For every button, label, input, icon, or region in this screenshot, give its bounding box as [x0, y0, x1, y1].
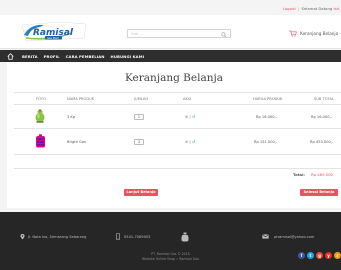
divider: [14, 92, 341, 93]
search-input[interactable]: [131, 31, 217, 37]
nav-item-profil[interactable]: PROFIL: [44, 54, 60, 59]
ramisal-logo[interactable]: Ramisal Gas Mart: [20, 21, 88, 43]
row-actions: ⊗ | ↺: [185, 114, 196, 119]
phone-text: 0541-7089003: [124, 234, 151, 239]
address-text: Jl. Nata Ivo, Semarang Sebarang: [28, 235, 87, 239]
gas-cylinder-icon: [181, 232, 189, 242]
copyright: PT. Ramisal Gas © 2015 Website Online Sh…: [0, 252, 341, 261]
footer-contact-row: Jl. Nata Ivo, Semarang Sebarang 0541-708…: [0, 232, 341, 242]
nav-item-hubungi-kami[interactable]: HUBUNGI KAMI: [111, 54, 145, 59]
search-icon[interactable]: [221, 31, 227, 38]
quantity-input[interactable]: 1: [134, 114, 144, 120]
row-actions: ⊗ | ↺: [185, 139, 196, 144]
product-price: Rp 151.000,-: [254, 140, 278, 144]
col-header-harga-produk: HARGA PRODUK: [253, 97, 283, 101]
page-title: Keranjang Belanja: [125, 72, 223, 84]
refresh-icon[interactable]: ↺: [192, 114, 195, 119]
welcome-text: Selamat Datang: [301, 6, 333, 11]
main-nav: BERITA PROFIL CARA PEMBELIAN HUBUNGI KAM…: [0, 50, 341, 62]
nav-item-cara-pembelian[interactable]: CARA PEMBELIAN: [66, 54, 105, 59]
youtube-icon[interactable]: y: [325, 252, 332, 259]
cart-label: Keranjang Belanja -: [300, 31, 341, 36]
mobile-phone-icon: [116, 233, 120, 240]
row-subtotal: Rp 16.000,-: [311, 115, 332, 119]
nav-items: BERITA PROFIL CARA PEMBELIAN HUBUNGI KAM…: [22, 50, 150, 62]
footer-phone: 0541-7089003: [116, 233, 150, 240]
continue-shopping-button[interactable]: Lanjut Belanja: [124, 189, 158, 196]
location-pin-icon: [20, 234, 25, 240]
col-header-nama-produk: NAMA PRODUK: [67, 97, 95, 101]
total-value: Rp 469.000: [311, 172, 333, 177]
delete-icon[interactable]: ⊗: [185, 139, 188, 144]
row-subtotal: Rp 453.000,-: [310, 140, 334, 144]
checkout-button[interactable]: Selesai Belanja: [300, 189, 338, 196]
separator: |: [298, 6, 300, 11]
google-plus-icon[interactable]: g: [316, 252, 323, 259]
rss-icon[interactable]: r: [334, 252, 341, 259]
logo-subtext: Gas Mart: [47, 36, 59, 40]
facebook-icon[interactable]: f: [298, 252, 305, 259]
product-name: 3 Kg: [67, 115, 76, 119]
divider: [14, 154, 341, 155]
delete-icon[interactable]: ⊗: [185, 114, 188, 119]
email-icon: [262, 234, 269, 239]
product-name: Bright Gas: [67, 140, 86, 144]
twitter-icon[interactable]: t: [307, 252, 314, 259]
email-text: ptramisal@yahoo.com: [274, 234, 315, 239]
divider: [14, 104, 341, 105]
copyright-line-2: Website Online Shop :: Ramisal Gas: [142, 256, 199, 261]
total-label: Total:: [293, 172, 305, 177]
site-header: Ramisal Gas Mart Keranjang Belanja -: [0, 15, 341, 49]
logout-link[interactable]: Logout: [283, 6, 296, 11]
shopping-cart-icon: [289, 30, 297, 37]
search-box: [127, 29, 231, 38]
divider: [14, 168, 341, 169]
quantity-input[interactable]: 3: [134, 139, 144, 145]
product-image-lpg-3kg: [35, 109, 45, 123]
footer-email: ptramisal@yahoo.com: [262, 234, 314, 239]
col-header-foto: FOTO: [36, 97, 46, 101]
account-links: Logout | Selamat Datang Isd: [283, 6, 339, 11]
divider: [14, 128, 341, 129]
site-footer: Jl. Nata Ivo, Semarang Sebarang 0541-708…: [0, 212, 341, 270]
col-header-aksi: AKSI: [183, 97, 192, 101]
product-image-bright-gas: [36, 134, 45, 148]
cart-link[interactable]: Keranjang Belanja -: [289, 29, 341, 38]
cart-content: Keranjang Belanja FOTO NAMA PRODUK JUMLA…: [7, 62, 341, 208]
user-name-link[interactable]: Isd: [333, 6, 339, 11]
col-header-jumlah: JUMLAH: [134, 97, 149, 101]
nav-item-berita[interactable]: BERITA: [22, 54, 38, 59]
col-header-sub-total: SUB TOTAL: [314, 97, 334, 101]
top-bar: Logout | Selamat Datang Isd: [0, 0, 341, 15]
home-icon[interactable]: [7, 52, 14, 60]
footer-address: Jl. Nata Ivo, Semarang Sebarang: [20, 234, 86, 240]
social-links: f t g y r: [296, 252, 341, 259]
refresh-icon[interactable]: ↺: [192, 139, 195, 144]
product-price: Rp 16.000,-: [256, 115, 277, 119]
